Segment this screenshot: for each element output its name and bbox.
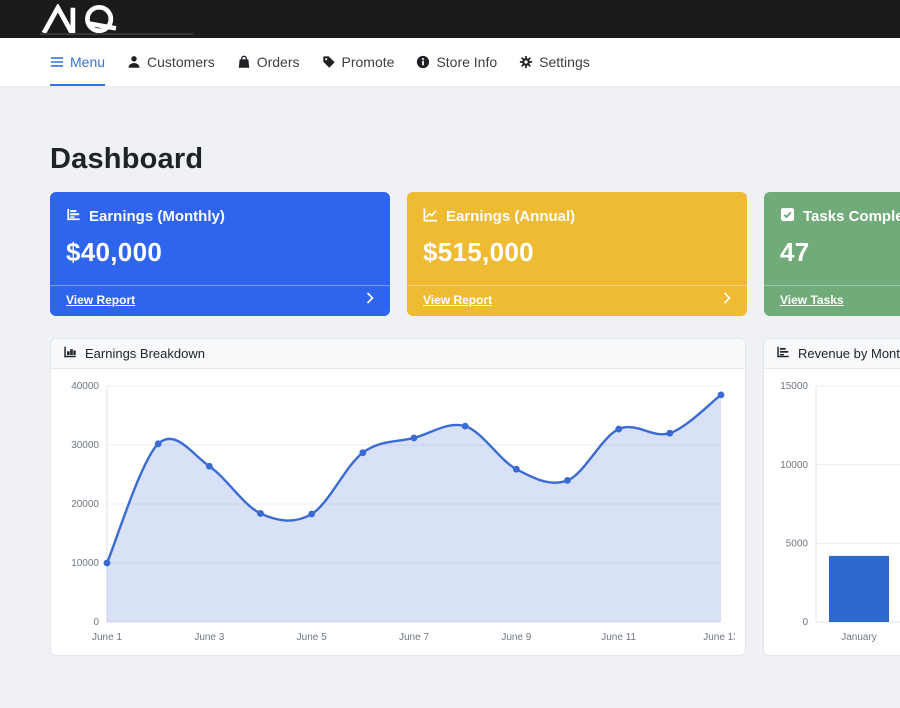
stat-card-header: Tasks Completed [764,192,900,226]
nav-item-label: Promote [342,54,395,70]
nav-item-label: Customers [147,54,215,70]
nav-item-menu[interactable]: Menu [50,38,105,86]
logo-underline [40,33,193,35]
stat-cards-row: Earnings (Monthly) $40,000 View Report E… [50,192,900,316]
nav-item-customers[interactable]: Customers [127,38,215,86]
svg-text:June 9: June 9 [501,632,531,643]
revenue-by-month-card: Revenue by Month 0 5000 10000 15000 January [763,338,900,656]
view-tasks-link[interactable]: View Tasks [780,293,844,307]
chart-line-icon [423,207,438,226]
stat-card-header: Earnings (Annual) [407,192,747,226]
dashboard-page: Dashboard Earnings (Monthly) $40,000 Vie… [0,87,900,656]
chart-card-header: Earnings Breakdown [51,339,745,369]
stat-card-footer: View Tasks [764,285,900,316]
svg-text:10000: 10000 [71,558,99,569]
stat-card-title: Earnings (Monthly) [89,208,225,225]
svg-text:June 5: June 5 [297,632,327,643]
svg-text:0: 0 [93,617,99,628]
svg-text:0: 0 [802,617,808,628]
hamburger-icon [50,55,64,69]
earnings-monthly-card: Earnings (Monthly) $40,000 View Report [50,192,390,316]
charts-row: Earnings Breakdown 0 10000 20000 30000 40000… [50,338,900,656]
stat-card-header: Earnings (Monthly) [50,192,390,226]
svg-text:15000: 15000 [780,381,808,392]
earnings-breakdown-card: Earnings Breakdown 0 10000 20000 30000 40000… [50,338,746,656]
svg-text:June 13: June 13 [703,632,735,643]
stat-card-footer: View Report [407,285,747,316]
svg-text:June 7: June 7 [399,632,429,643]
nav-item-settings[interactable]: Settings [519,38,590,86]
check-square-icon [780,207,795,226]
nav-item-promote[interactable]: Promote [322,38,395,86]
svg-text:5000: 5000 [786,539,809,550]
tag-icon [322,55,336,69]
svg-text:30000: 30000 [71,440,99,451]
view-report-link[interactable]: View Report [66,293,135,307]
chart-title: Revenue by Month [798,346,900,361]
svg-text:June 1: June 1 [92,632,122,643]
earnings-breakdown-chart: 0 10000 20000 30000 40000 June 1 June 3 June 5 J… [61,378,735,648]
chart-card-body: 0 5000 10000 15000 January [764,369,900,657]
chart-bars-icon [776,345,790,362]
chart-bar-icon [66,207,81,226]
stat-card-value: 47 [764,237,900,268]
stat-card-title: Earnings (Annual) [446,208,575,225]
svg-text:10000: 10000 [780,460,808,471]
shopping-bag-icon [237,55,251,69]
svg-text:January: January [841,632,877,643]
main-navbar: Menu Customers Orders Promote Store Info… [0,38,900,87]
svg-text:20000: 20000 [71,499,99,510]
stat-card-value: $40,000 [50,237,390,268]
nav-item-store-info[interactable]: Store Info [416,38,497,86]
info-circle-icon [416,55,430,69]
chart-card-header: Revenue by Month [764,339,900,369]
page-title: Dashboard [50,143,900,176]
chart-card-body: 0 10000 20000 30000 40000 June 1 June 3 June 5 J… [51,369,745,657]
stat-card-title: Tasks Completed [803,208,900,225]
svg-text:June 11: June 11 [601,632,636,643]
gear-icon [519,55,533,69]
view-report-link[interactable]: View Report [423,293,492,307]
nav-item-label: Orders [257,54,300,70]
user-icon [127,55,141,69]
chevron-right-icon [723,291,731,309]
nav-item-orders[interactable]: Orders [237,38,300,86]
stat-card-value: $515,000 [407,237,747,268]
nav-item-label: Store Info [436,54,497,70]
aq-logo-icon [40,4,132,34]
top-app-bar [0,0,900,38]
svg-text:40000: 40000 [71,381,99,392]
tasks-completed-card: Tasks Completed 47 View Tasks [764,192,900,316]
chart-title: Earnings Breakdown [85,346,205,361]
nav-item-label: Menu [70,54,105,70]
revenue-by-month-chart: 0 5000 10000 15000 January [774,378,900,648]
chevron-right-icon [366,291,374,309]
stat-card-footer: View Report [50,285,390,316]
nav-item-label: Settings [539,54,590,70]
svg-text:June 3: June 3 [194,632,224,643]
earnings-annual-card: Earnings (Annual) $515,000 View Report [407,192,747,316]
chart-bars-icon [63,345,77,362]
